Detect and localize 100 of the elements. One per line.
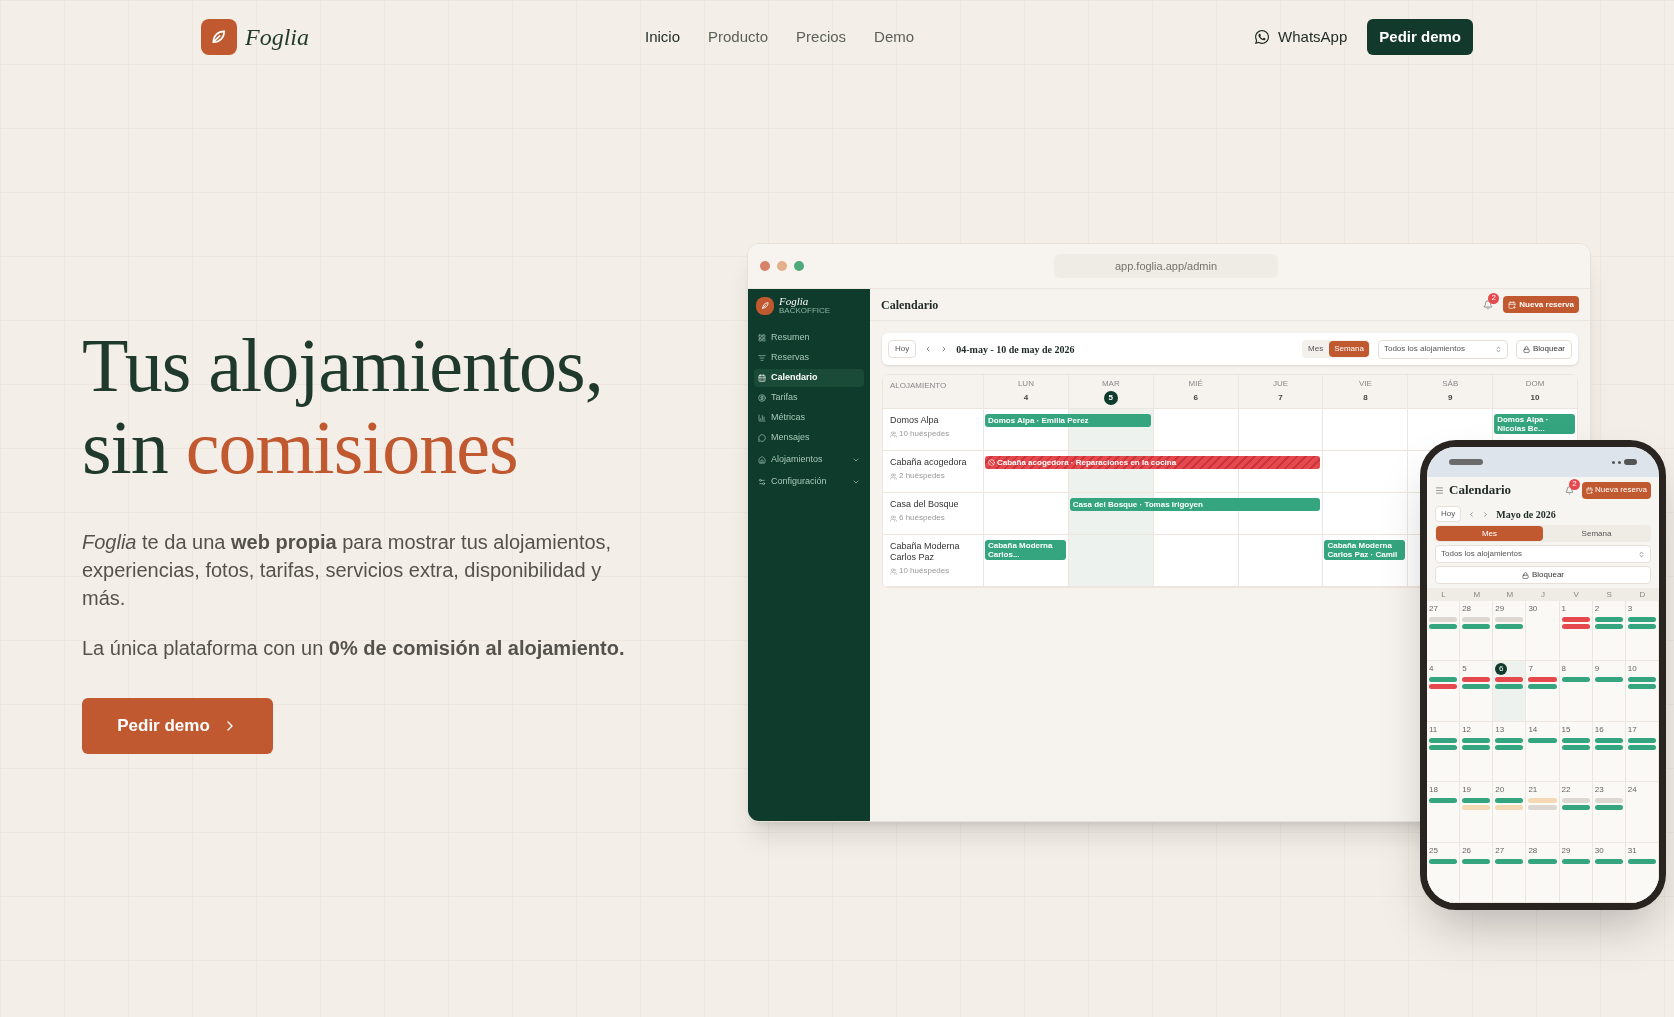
booking-chip[interactable]	[1429, 744, 1458, 750]
booking-chip[interactable]	[1495, 737, 1524, 743]
booking-chip[interactable]	[1627, 737, 1656, 743]
blocked-chip[interactable]	[1429, 684, 1458, 690]
calendar-cell[interactable]: 11	[1427, 721, 1461, 783]
booking-chip[interactable]	[1627, 858, 1656, 864]
blocked-chip[interactable]	[1495, 677, 1524, 683]
whatsapp-link[interactable]: WhatsApp	[1254, 25, 1348, 49]
booking-chip[interactable]	[1594, 858, 1623, 864]
calendar-cell[interactable]: 25	[1427, 842, 1461, 903]
calendar-cell[interactable]: 16	[1592, 721, 1626, 783]
booking-chip[interactable]	[1627, 684, 1656, 690]
new-booking-button[interactable]: Nueva reserva	[1581, 481, 1651, 499]
booking-chip[interactable]	[1561, 805, 1590, 811]
sidebar-item[interactable]: Métricas	[754, 409, 864, 427]
booking-chip[interactable]	[1594, 617, 1623, 622]
block-button[interactable]: Bloquear	[1515, 339, 1572, 359]
calendar-cell[interactable]: 2	[1592, 601, 1626, 662]
view-tab[interactable]: Mes	[1436, 526, 1543, 541]
booking-chip[interactable]	[1627, 677, 1656, 683]
demo-button[interactable]: Pedir demo	[82, 698, 273, 754]
sidebar-item[interactable]: Resumen	[754, 329, 864, 347]
booking-chip[interactable]	[1462, 737, 1491, 743]
calendar-cell[interactable]: 8	[1559, 661, 1593, 722]
booking-chip[interactable]	[1561, 858, 1590, 864]
booking-chip[interactable]	[1561, 744, 1590, 750]
previous-icon[interactable]	[1468, 510, 1476, 518]
view-tab[interactable]: Semana	[1543, 526, 1650, 541]
new-booking-button[interactable]: Nueva reserva	[1503, 296, 1579, 313]
booking-chip[interactable]	[1594, 624, 1623, 629]
calendar-cell[interactable]: 30	[1592, 842, 1626, 903]
sidebar-item[interactable]: Mensajes	[754, 429, 864, 447]
nav-link[interactable]: Precios	[796, 25, 847, 49]
sidebar-item[interactable]: Calendario	[754, 369, 864, 387]
calendar-cell[interactable]: 27	[1427, 601, 1461, 662]
booking-bar[interactable]: Domos Alpa · Nicolas Be...	[1494, 414, 1575, 434]
calendar-cell[interactable]: 26	[1460, 842, 1494, 903]
booking-chip[interactable]	[1462, 684, 1491, 690]
booking-chip[interactable]	[1594, 805, 1623, 811]
blocked-chip[interactable]	[1528, 677, 1557, 683]
calendar-cell[interactable]: 31	[1625, 842, 1659, 903]
calendar-cell[interactable]: 13	[1493, 721, 1527, 783]
calendar-cell[interactable]: 29	[1493, 601, 1527, 662]
nav-link[interactable]: Demo	[874, 25, 915, 49]
calendar-cell[interactable]: 17	[1625, 721, 1659, 783]
booking-chip[interactable]	[1594, 737, 1623, 743]
calendar-cell[interactable]: 19	[1460, 782, 1494, 843]
sidebar-item[interactable]: Alojamientos	[754, 451, 864, 469]
booking-chip[interactable]	[1627, 744, 1656, 750]
booking-chip[interactable]	[1462, 798, 1491, 804]
blocked-period-bar[interactable]: Cabaña acogedora · Reparaciones en la cocina	[985, 456, 1321, 469]
block-button[interactable]: Bloquear	[1435, 566, 1651, 584]
calendar-cell[interactable]: 3	[1625, 601, 1659, 662]
booking-chip[interactable]	[1429, 858, 1458, 864]
calendar-cell[interactable]: 27	[1493, 842, 1527, 903]
calendar-cell[interactable]: 12	[1460, 721, 1494, 783]
sidebar-item[interactable]: Reservas	[754, 349, 864, 367]
booking-chip[interactable]	[1429, 737, 1458, 743]
view-tab[interactable]: Semana	[1329, 341, 1369, 357]
booking-chip[interactable]	[1528, 684, 1557, 690]
calendar-cell[interactable]: 29	[1559, 842, 1593, 903]
sidebar-item[interactable]: Configuración	[754, 473, 864, 491]
blocked-chip[interactable]	[1561, 624, 1590, 629]
calendar-cell[interactable]: 10	[1625, 661, 1659, 722]
booking-chip[interactable]	[1429, 798, 1458, 804]
booking-chip[interactable]	[1495, 858, 1524, 864]
calendar-cell[interactable]: 28	[1526, 842, 1560, 903]
accommodation-select[interactable]: Todos los alojamientos	[1435, 545, 1651, 563]
booking-chip[interactable]	[1594, 744, 1623, 750]
today-button[interactable]: Hoy	[1435, 506, 1462, 522]
booking-chip[interactable]	[1561, 737, 1590, 743]
booking-chip[interactable]	[1627, 624, 1656, 629]
booking-chip[interactable]	[1495, 744, 1524, 750]
view-tab[interactable]: Mes	[1303, 341, 1329, 357]
nav-link[interactable]: Producto	[708, 25, 769, 49]
calendar-cell[interactable]: 28	[1460, 601, 1494, 662]
next-icon[interactable]	[1482, 510, 1490, 518]
booking-chip[interactable]	[1495, 624, 1524, 629]
calendar-cell[interactable]: 1	[1559, 601, 1593, 662]
booking-chip[interactable]	[1495, 798, 1524, 804]
booking-chip[interactable]	[1429, 624, 1458, 629]
menu-icon[interactable]	[1435, 485, 1444, 495]
brand-name[interactable]: Foglia	[245, 19, 309, 55]
booking-chip[interactable]	[1462, 858, 1491, 864]
accommodation-select[interactable]: Todos los alojamientos	[1377, 339, 1508, 359]
calendar-cell[interactable]: 7	[1526, 661, 1560, 722]
nav-link[interactable]: Inicio	[645, 25, 681, 49]
booking-chip[interactable]	[1462, 744, 1491, 750]
booking-chip[interactable]	[1594, 677, 1623, 683]
calendar-cell[interactable]: 18	[1427, 782, 1461, 843]
calendar-cell[interactable]: 20	[1493, 782, 1527, 843]
booking-chip[interactable]	[1561, 677, 1590, 683]
booking-chip[interactable]	[1429, 677, 1458, 683]
booking-chip[interactable]	[1495, 684, 1524, 690]
calendar-cell[interactable]: 24	[1625, 782, 1659, 843]
calendar-cell[interactable]: 30	[1526, 601, 1560, 662]
calendar-cell[interactable]: 15	[1559, 721, 1593, 783]
calendar-cell[interactable]: 6	[1493, 661, 1527, 722]
calendar-cell[interactable]: 4	[1427, 661, 1461, 722]
calendar-cell[interactable]: 5	[1460, 661, 1494, 722]
